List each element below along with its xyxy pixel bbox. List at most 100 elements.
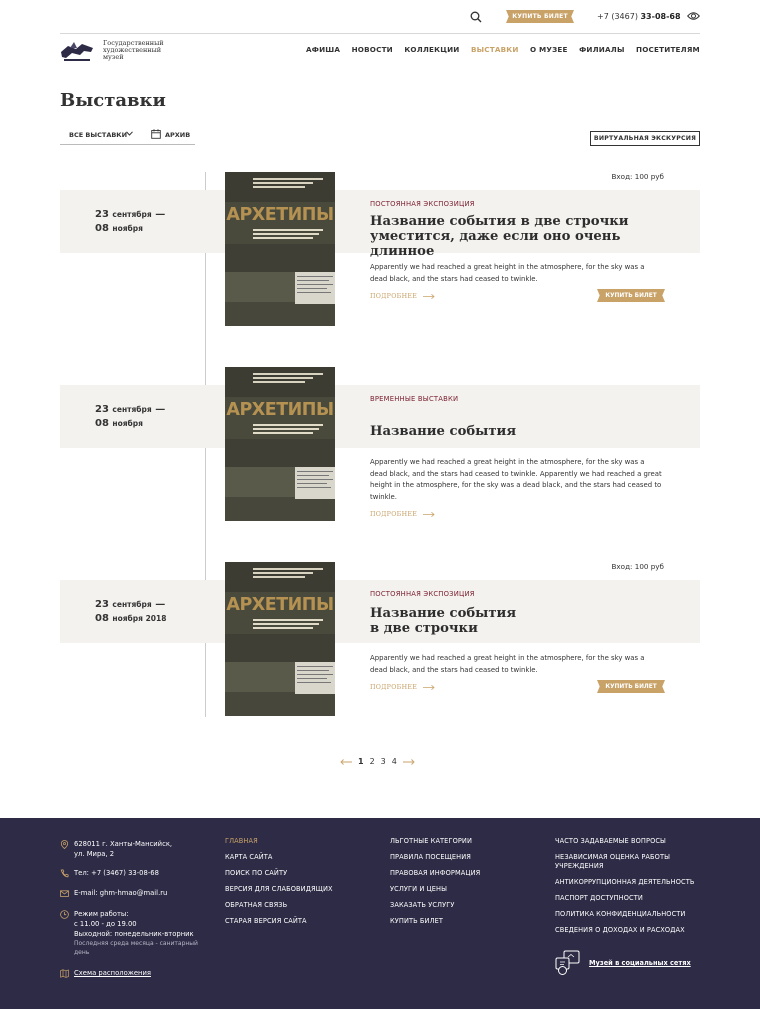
event-title-line: Название события bbox=[370, 606, 517, 621]
arrow-right-icon[interactable] bbox=[402, 758, 415, 765]
event-category[interactable]: ПОСТОЯННАЯ ЭКСПОЗИЦИЯ bbox=[370, 590, 475, 598]
nav-item-exhibitions[interactable]: ВЫСТАВКИ bbox=[471, 45, 519, 54]
event-poster[interactable]: АРХЕТИПЫ bbox=[225, 367, 335, 521]
poster-text-line bbox=[253, 373, 323, 375]
poster-label-line bbox=[297, 475, 329, 476]
footer-phone[interactable]: Тел: +7 (3467) 33-08-68 bbox=[60, 868, 159, 878]
event-date-from: 23 сентября — bbox=[95, 404, 166, 415]
poster-text-line bbox=[253, 178, 323, 180]
footer-link[interactable]: СТАРАЯ ВЕРСИЯ САЙТА bbox=[225, 917, 333, 926]
main-nav: АФИША НОВОСТИ КОЛЛЕКЦИИ ВЫСТАВКИ О МУЗЕЕ… bbox=[306, 45, 700, 54]
page-4[interactable]: 4 bbox=[392, 757, 397, 766]
arrow-right-icon bbox=[423, 512, 435, 517]
footer-link[interactable]: ПРАВОВАЯ ИНФОРМАЦИЯ bbox=[390, 869, 480, 878]
footer-hours: Режим работы: с 11.00 - до 19.00 Выходно… bbox=[60, 909, 198, 957]
event-more-link[interactable]: ПОДРОБНЕЕ bbox=[370, 684, 435, 691]
page-3[interactable]: 3 bbox=[381, 757, 386, 766]
footer-link[interactable]: ЗАКАЗАТЬ УСЛУГУ bbox=[390, 901, 480, 910]
footer-link[interactable]: УСЛУГИ И ЦЕНЫ bbox=[390, 885, 480, 894]
arrow-left-icon[interactable] bbox=[340, 758, 352, 765]
phone-number[interactable]: +7 (3467) 33-08-68 bbox=[597, 12, 681, 21]
nav-item-afisha[interactable]: АФИША bbox=[306, 45, 340, 54]
footer-link[interactable]: ПОЛИТИКА КОНФИДЕНЦИАЛЬНОСТИ bbox=[555, 910, 694, 919]
poster-label-line bbox=[297, 284, 333, 285]
footer-link[interactable]: ГЛАВНАЯ bbox=[225, 837, 333, 846]
event-date-from: 23 сентября — bbox=[95, 599, 166, 610]
event-description-line: Apparently we had reached a great height… bbox=[370, 654, 645, 662]
calendar-icon[interactable] bbox=[151, 129, 161, 139]
page-title: Выставки bbox=[60, 90, 166, 111]
event-card: Вход: 100 руб 23 сентября — 08 ноября 20… bbox=[60, 562, 700, 720]
nav-item-collections[interactable]: КОЛЛЕКЦИИ bbox=[404, 45, 459, 54]
date-month: ноября bbox=[112, 419, 143, 428]
event-more-link[interactable]: ПОДРОБНЕЕ bbox=[370, 293, 435, 300]
event-poster[interactable]: АРХЕТИПЫ bbox=[225, 562, 335, 716]
search-icon[interactable] bbox=[470, 11, 482, 23]
event-date-from: 23 сентября — bbox=[95, 209, 166, 220]
footer-scheme[interactable]: Схема расположения bbox=[60, 968, 151, 978]
footer-email[interactable]: E-mail: ghm-hmao@mail.ru bbox=[60, 888, 167, 898]
event-description-line: Apparently we had reached a great height… bbox=[370, 263, 645, 271]
poster-photo bbox=[225, 497, 335, 521]
footer-link[interactable]: НЕЗАВИСИМАЯ ОЦЕНКА РАБОТЫ УЧРЕЖДЕНИЯ bbox=[555, 853, 694, 871]
event-description: Apparently we had reached a great height… bbox=[370, 653, 670, 676]
footer-link[interactable]: КАРТА САЙТА bbox=[225, 853, 333, 862]
museum-logo[interactable] bbox=[60, 40, 94, 62]
date-month: ноября bbox=[112, 224, 143, 233]
footer-link[interactable]: ПАСПОРТ ДОСТУПНОСТИ bbox=[555, 894, 694, 903]
eye-icon[interactable] bbox=[687, 11, 700, 21]
footer-link[interactable]: АНТИКОРРУПЦИОННАЯ ДЕЯТЕЛЬНОСТЬ bbox=[555, 878, 694, 887]
event-category[interactable]: ВРЕМЕННЫЕ ВЫСТАВКИ bbox=[370, 395, 458, 403]
footer-social[interactable]: Музей в социальных сетях bbox=[555, 950, 691, 976]
event-category[interactable]: ПОСТОЯННАЯ ЭКСПОЗИЦИЯ bbox=[370, 200, 475, 208]
footer-link[interactable]: ЛЬГОТНЫЕ КАТЕГОРИИ bbox=[390, 837, 480, 846]
footer-col-1: ГЛАВНАЯ КАРТА САЙТА ПОИСК ПО САЙТУ ВЕРСИ… bbox=[225, 837, 333, 933]
date-month: сентября bbox=[112, 405, 152, 414]
event-poster[interactable]: АРХЕТИПЫ bbox=[225, 172, 335, 326]
date-day: 23 bbox=[95, 599, 109, 610]
poster-subtitle-line bbox=[253, 432, 313, 434]
filter-archive[interactable]: АРХИВ bbox=[165, 131, 190, 139]
poster-label-line bbox=[297, 288, 327, 289]
date-day: 23 bbox=[95, 404, 109, 415]
footer-link[interactable]: ВЕРСИЯ ДЛЯ СЛАБОВИДЯЩИХ bbox=[225, 885, 333, 894]
hours-line: с 11.00 - до 19.00 bbox=[74, 920, 137, 928]
date-day: 08 bbox=[95, 418, 109, 429]
poster-title: АРХЕТИПЫ bbox=[226, 400, 334, 420]
poster-label-line bbox=[297, 280, 329, 281]
arrow-right-icon bbox=[423, 294, 435, 299]
event-buy-ticket-button[interactable]: КУПИТЬ БИЛЕТ bbox=[597, 680, 665, 693]
nav-item-about[interactable]: О МУЗЕЕ bbox=[530, 45, 568, 54]
nav-item-news[interactable]: НОВОСТИ bbox=[352, 45, 393, 54]
poster-subtitle-line bbox=[253, 233, 319, 235]
event-title[interactable]: Название события bbox=[370, 424, 680, 439]
event-title[interactable]: Название события в две строчки bbox=[370, 606, 680, 636]
event-buy-ticket-button[interactable]: КУПИТЬ БИЛЕТ bbox=[597, 289, 665, 302]
poster-subtitle-line bbox=[253, 428, 319, 430]
page-2[interactable]: 2 bbox=[370, 757, 375, 766]
buy-ticket-button[interactable]: КУПИТЬ БИЛЕТ bbox=[506, 10, 574, 23]
footer-link[interactable]: КУПИТЬ БИЛЕТ bbox=[390, 917, 480, 926]
page-1[interactable]: 1 bbox=[358, 757, 364, 766]
virtual-tour-button[interactable]: ВИРТУАЛЬНАЯ ЭКСКУРСИЯ bbox=[590, 131, 700, 146]
poster-photo bbox=[225, 634, 335, 662]
poster-label-line bbox=[297, 670, 329, 671]
poster-label-line bbox=[297, 479, 333, 480]
footer-link[interactable]: СВЕДЕНИЯ О ДОХОДАХ И РАСХОДАХ bbox=[555, 926, 694, 935]
event-description-line: dead black, and the stars had ceased to … bbox=[370, 469, 662, 478]
nav-item-visitors[interactable]: ПОСЕТИТЕЛЯМ bbox=[636, 45, 700, 54]
footer-link[interactable]: ОБРАТНАЯ СВЯЗЬ bbox=[225, 901, 333, 910]
footer-link[interactable]: ПОИСК ПО САЙТУ bbox=[225, 869, 333, 878]
chevron-down-icon[interactable] bbox=[126, 131, 133, 136]
footer-link[interactable]: ЧАСТО ЗАДАВАЕМЫЕ ВОПРОСЫ bbox=[555, 837, 694, 846]
social-networks-icon bbox=[555, 950, 580, 975]
event-date-to: 08 ноября 2018 bbox=[95, 612, 166, 626]
nav-item-branches[interactable]: ФИЛИАЛЫ bbox=[579, 45, 625, 54]
footer-col-3: ЧАСТО ЗАДАВАЕМЫЕ ВОПРОСЫ НЕЗАВИСИМАЯ ОЦЕ… bbox=[555, 837, 694, 942]
date-month: сентября bbox=[112, 600, 152, 609]
event-title[interactable]: Название события в две строчки уместится… bbox=[370, 214, 680, 259]
phone-icon bbox=[60, 869, 69, 878]
filter-all-exhibitions[interactable]: ВСЕ ВЫСТАВКИ bbox=[69, 131, 127, 139]
event-more-link[interactable]: ПОДРОБНЕЕ bbox=[370, 511, 435, 518]
footer-link[interactable]: ПРАВИЛА ПОСЕЩЕНИЯ bbox=[390, 853, 480, 862]
